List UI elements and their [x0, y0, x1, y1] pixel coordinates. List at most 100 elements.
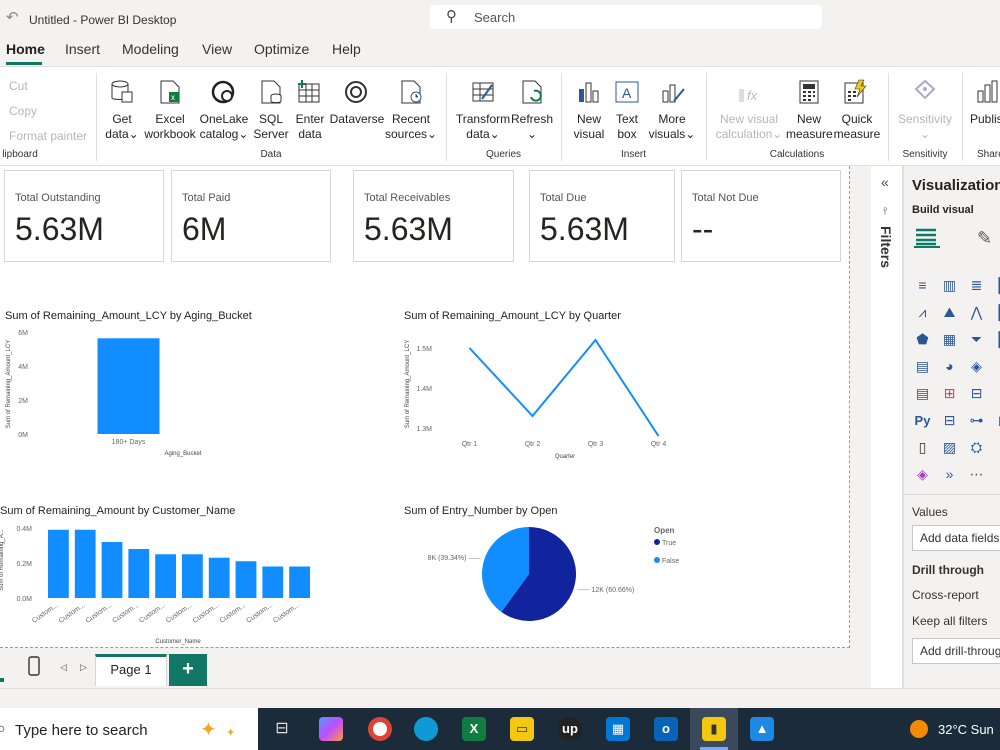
matrix-icon[interactable]: ▮: [995, 386, 1000, 401]
qa-icon[interactable]: ◻: [995, 413, 1000, 428]
keep-all-filters-toggle[interactable]: Keep all filters: [912, 614, 987, 628]
format-visual-tab-icon[interactable]: ✎: [977, 228, 992, 249]
open-pie-chart[interactable]: 12K (60.66%) 8K (39.34%) Open True False: [400, 518, 700, 646]
scatter-icon[interactable]: ▌: [995, 332, 1000, 347]
customer-bar-chart[interactable]: 0.0M 0.2M 0.4M Sum of Remaining_A... Custom.…: [0, 518, 320, 646]
menu-optimize[interactable]: Optimize: [254, 41, 309, 57]
status-bar: [0, 688, 1000, 708]
recent-sources-button[interactable]: Recent sources⌄: [385, 112, 437, 142]
upwork-icon[interactable]: up: [558, 717, 582, 741]
transform-data-button[interactable]: Transform data⌄: [455, 112, 511, 142]
waterfall-icon[interactable]: ▦: [941, 332, 958, 347]
excel-taskbar-icon[interactable]: X: [462, 717, 486, 741]
new-visual-calculation-button[interactable]: New visual calculation⌄: [712, 112, 786, 142]
page-tab-page-1[interactable]: Page 1: [95, 654, 167, 686]
kpi-card-total-receivables[interactable]: Total Receivables 5.63M: [353, 170, 514, 262]
photos-icon[interactable]: ▲: [750, 717, 774, 741]
python-visual-icon[interactable]: Py: [914, 413, 931, 428]
filled-map-icon[interactable]: ∧: [995, 359, 1000, 374]
mobile-layout-icon[interactable]: [27, 656, 41, 676]
task-view-icon[interactable]: ⊟: [270, 717, 294, 741]
kpi-card-total-not-due[interactable]: Total Not Due --: [681, 170, 841, 262]
power-automate-icon[interactable]: ▮: [995, 440, 1000, 455]
pie-icon[interactable]: ◕: [941, 359, 958, 374]
next-page-icon[interactable]: ▷: [80, 662, 87, 673]
excel-workbook-button[interactable]: Excel workbook: [143, 112, 197, 142]
decomposition-tree-icon[interactable]: ⊶: [968, 413, 985, 428]
kpi-card-total-outstanding[interactable]: Total Outstanding 5.63M: [4, 170, 164, 262]
sensitivity-button[interactable]: Sensitivity ⌄: [890, 112, 960, 142]
more-visuals-button[interactable]: More visuals⌄: [646, 112, 698, 142]
area-chart-icon[interactable]: ⛰: [941, 305, 958, 320]
taskbar-search[interactable]: Type here to search ○ ✦ ✦: [0, 708, 258, 750]
ribbon-chart-icon[interactable]: ▌: [995, 305, 1000, 320]
clustered-column-icon[interactable]: ▌: [995, 278, 1000, 293]
add-drill-through-well[interactable]: Add drill-throug: [912, 638, 1000, 664]
cut-button[interactable]: Cut: [9, 79, 28, 93]
map-icon[interactable]: ◈: [968, 359, 985, 374]
add-page-button[interactable]: +: [169, 654, 207, 686]
line-chart-icon[interactable]: ⩘: [914, 305, 931, 320]
kpi-card-total-paid[interactable]: Total Paid 6M: [171, 170, 331, 262]
new-measure-button[interactable]: New measure: [786, 112, 833, 142]
text-box-button[interactable]: Text box: [610, 112, 644, 142]
power-apps-icon[interactable]: ⛭: [968, 440, 985, 455]
filters-pane[interactable]: « ⫯ Filters: [871, 166, 903, 688]
collapse-filters-icon[interactable]: «: [881, 174, 889, 190]
enter-data-button[interactable]: Enter data: [292, 112, 328, 142]
new-visual-button[interactable]: New visual: [570, 112, 608, 142]
build-visual-tab-icon[interactable]: [914, 226, 940, 248]
ribbon: Cut Copy Format painter lipboard Get data…: [0, 66, 1000, 166]
slicer-icon[interactable]: ⊟: [968, 386, 985, 401]
sql-server-button[interactable]: SQL Server: [252, 112, 290, 142]
search-box[interactable]: ⚲ Search: [430, 5, 822, 29]
stacked-column-icon[interactable]: ▥: [941, 278, 958, 293]
copilot-icon[interactable]: [319, 717, 343, 741]
add-data-fields-well[interactable]: Add data fields: [912, 525, 1000, 551]
undo-icon[interactable]: ↶: [6, 8, 19, 26]
get-data-button[interactable]: Get data⌄: [100, 112, 144, 142]
refresh-button[interactable]: Refresh ⌄: [511, 112, 553, 142]
quarter-line-chart[interactable]: 1.3M 1.4M 1.5M Sum of Remaining_Amount_LCY Q…: [400, 324, 700, 462]
stacked-bar-icon[interactable]: ≡: [914, 278, 931, 293]
report-canvas[interactable]: Total Outstanding 5.63M Total Paid 6M To…: [0, 166, 850, 648]
store-icon[interactable]: ▦: [606, 717, 630, 741]
treemap-icon[interactable]: ▤: [914, 359, 931, 374]
menu-view[interactable]: View: [202, 41, 232, 57]
metrics-icon[interactable]: ◈: [914, 467, 931, 482]
outlook-icon[interactable]: o: [654, 717, 678, 741]
dataverse-button[interactable]: Dataverse: [329, 112, 385, 127]
more-options-icon[interactable]: ⋯: [968, 467, 985, 482]
powerbi-taskbar-icon[interactable]: ▮: [702, 717, 726, 741]
format-painter-button[interactable]: Format painter: [9, 129, 87, 143]
kpi-card-total-due[interactable]: Total Due 5.63M: [529, 170, 675, 262]
menu-home[interactable]: Home: [6, 41, 45, 57]
cross-report-toggle[interactable]: Cross-report: [912, 588, 979, 602]
menu-modeling[interactable]: Modeling: [122, 41, 179, 57]
publish-button[interactable]: Publis: [970, 112, 1000, 127]
chrome-icon[interactable]: [368, 717, 392, 741]
menu-insert[interactable]: Insert: [65, 41, 100, 57]
key-influencers-icon[interactable]: ⊟: [941, 413, 958, 428]
aging-bucket-bar-chart[interactable]: 0M 2M 4M 6M Sum of Remaining_Amount_LCY 180+ …: [0, 324, 260, 462]
onelake-catalog-button[interactable]: OneLake catalog⌄: [198, 112, 250, 142]
stacked-area-icon[interactable]: ⋀: [968, 305, 985, 320]
prev-page-icon[interactable]: ◁: [60, 662, 67, 673]
sql-server-icon: [261, 80, 282, 104]
paginated-report-icon[interactable]: ▯: [914, 440, 931, 455]
x-tick-label: Custom...: [85, 602, 114, 625]
funnel-icon[interactable]: ⏷: [968, 332, 985, 347]
table-icon[interactable]: ▤: [914, 386, 931, 401]
narrative-icon[interactable]: ▨: [941, 440, 958, 455]
quick-measure-button[interactable]: Quick measure: [832, 112, 882, 142]
copy-button[interactable]: Copy: [9, 104, 37, 118]
clustered-bar-icon[interactable]: ≣: [968, 278, 985, 293]
get-more-visuals-icon[interactable]: »: [941, 467, 958, 482]
x-tick-label: Custom...: [272, 602, 301, 625]
kpi-label: Total Receivables: [364, 192, 451, 204]
line-column-icon[interactable]: ⬟: [914, 332, 931, 347]
kpi-icon[interactable]: ⊞: [941, 386, 958, 401]
edge-icon[interactable]: [414, 717, 438, 741]
file-explorer-icon[interactable]: ▭: [510, 717, 534, 741]
menu-help[interactable]: Help: [332, 41, 361, 57]
